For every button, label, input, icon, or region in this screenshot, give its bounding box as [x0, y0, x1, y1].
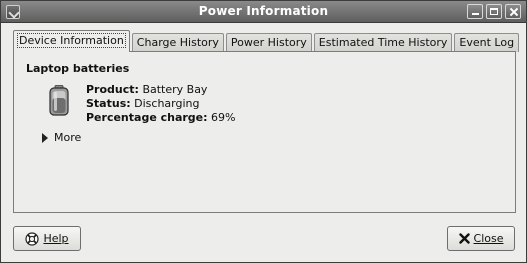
power-information-window: Power Information Device Information Cha…: [0, 0, 527, 263]
charge-label: Percentage charge:: [86, 111, 208, 124]
window-title: Power Information: [198, 4, 329, 18]
tab-charge-history[interactable]: Charge History: [131, 33, 224, 52]
tab-power-history[interactable]: Power History: [225, 33, 312, 52]
section-title: Laptop batteries: [26, 62, 130, 75]
close-label: Close: [473, 232, 504, 245]
tab-event-log[interactable]: Event Log: [454, 33, 520, 52]
more-expander[interactable]: More: [42, 131, 81, 144]
tab-label: Charge History: [136, 36, 219, 49]
product-row: Product: Battery Bay: [86, 83, 236, 97]
battery-icon: [49, 85, 69, 116]
help-label: Help: [43, 232, 69, 245]
charge-value: 69%: [211, 111, 236, 124]
window-close-icon[interactable]: [505, 4, 521, 19]
window-controls: [467, 4, 521, 19]
help-lifebuoy-icon: [25, 231, 40, 246]
device-information-panel: Laptop batteries Product: Battery Bay St…: [13, 51, 516, 213]
tab-label: Power History: [230, 36, 307, 49]
tab-label: Estimated Time History: [318, 36, 448, 49]
close-x-icon: [458, 233, 470, 244]
status-label: Status:: [86, 97, 131, 110]
status-value: Discharging: [134, 97, 200, 110]
tab-bar: Device Information Charge History Power …: [13, 30, 521, 52]
product-label: Product:: [86, 83, 139, 96]
charge-row: Percentage charge: 69%: [86, 111, 236, 125]
tab-label: Event Log: [459, 36, 515, 49]
device-details: Product: Battery Bay Status: Discharging…: [86, 83, 236, 125]
tab-device-information[interactable]: Device Information: [13, 30, 130, 52]
help-button[interactable]: Help: [13, 226, 81, 251]
product-value: Battery Bay: [142, 83, 208, 96]
tab-label: Device Information: [17, 33, 126, 48]
tab-estimated-time-history[interactable]: Estimated Time History: [313, 33, 453, 52]
minimize-icon[interactable]: [467, 4, 483, 19]
more-label: More: [54, 131, 82, 144]
expander-triangle-icon: [42, 132, 48, 143]
close-button[interactable]: Close: [447, 226, 515, 251]
title-bar[interactable]: Power Information: [1, 1, 526, 23]
maximize-icon[interactable]: [486, 4, 502, 19]
status-row: Status: Discharging: [86, 97, 236, 111]
